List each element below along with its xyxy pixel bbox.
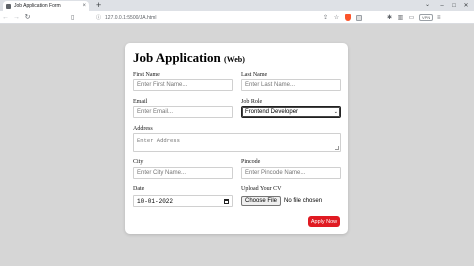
pincode-input[interactable]: Enter Pincode Name...	[241, 167, 341, 179]
title-main: Job Application	[133, 50, 221, 65]
first-name-label: First Name	[133, 72, 160, 78]
resize-handle-icon[interactable]	[335, 146, 339, 150]
choose-file-button[interactable]: Choose File	[241, 196, 282, 206]
sidebar-icon[interactable]: ▥	[395, 12, 406, 23]
last-name-label: Last Name	[241, 72, 268, 78]
city-input[interactable]: Enter City Name...	[133, 167, 233, 179]
address-placeholder: Enter Address	[137, 137, 180, 144]
address-label: Address	[133, 126, 153, 132]
share-icon[interactable]: ⇪	[320, 12, 331, 23]
star-icon[interactable]: ☆	[331, 12, 342, 23]
tab-strip: Job Application Form × + ⌄ – □ ✕	[0, 0, 474, 11]
forward-arrow-icon[interactable]: →	[11, 14, 22, 21]
reload-icon[interactable]: ↻	[22, 13, 33, 21]
chevron-down-icon: ⌄	[333, 109, 338, 115]
date-input[interactable]: 10-01-2022	[133, 195, 233, 207]
job-role-select[interactable]: Frontend Developer ⌄	[241, 106, 341, 118]
minimize-button[interactable]: –	[436, 3, 448, 9]
tab-search-chevron-icon[interactable]: ⌄	[425, 0, 430, 11]
first-name-input[interactable]: Enter First Name...	[133, 79, 233, 91]
city-label: City	[133, 159, 144, 165]
close-window-button[interactable]: ✕	[460, 2, 472, 9]
brave-shield-icon[interactable]	[342, 12, 353, 23]
pincode-label: Pincode	[241, 159, 261, 165]
wallet-icon[interactable]: ▭	[406, 12, 417, 23]
site-info-icon[interactable]: ⓘ	[96, 14, 101, 21]
email-input[interactable]: Enter Email...	[133, 106, 233, 118]
address-textarea[interactable]: Enter Address	[133, 133, 341, 152]
url-text: 127.0.0.1:5500/JA.html	[105, 14, 157, 21]
apply-now-button[interactable]: Apply Now	[308, 216, 340, 227]
date-label: Date	[133, 186, 145, 192]
vpn-button[interactable]: VPN	[419, 14, 434, 21]
back-arrow-icon[interactable]: ←	[0, 14, 11, 21]
brave-rewards-icon[interactable]	[353, 12, 364, 23]
menu-icon[interactable]: ≡	[433, 12, 444, 23]
address-bar[interactable]: ⓘ 127.0.0.1:5500/JA.html	[96, 13, 321, 22]
job-application-form: Job Application (Web) First Name Enter F…	[125, 43, 348, 234]
job-role-value: Frontend Developer	[245, 109, 299, 115]
window-controls: – □ ✕	[436, 0, 472, 11]
bookmark-icon[interactable]: ▯	[71, 14, 74, 21]
cv-label: Upload Your CV	[241, 186, 282, 192]
toolbar-right-icons: ⇪ ☆ ✱ ▥ ▭ VPN ≡	[320, 12, 444, 23]
date-value: 10-01-2022	[137, 197, 174, 205]
title-suffix: (Web)	[224, 55, 245, 64]
page-favicon-icon	[6, 3, 11, 9]
maximize-button[interactable]: □	[448, 3, 460, 9]
last-name-input[interactable]: Enter Last Name...	[241, 79, 341, 91]
new-tab-button[interactable]: +	[96, 0, 101, 11]
file-status: No file chosen	[284, 198, 323, 204]
browser-tab[interactable]: Job Application Form ×	[3, 1, 89, 11]
page-title: Job Application (Web)	[133, 50, 245, 66]
job-role-label: Job Role	[241, 99, 263, 105]
tab-title: Job Application Form	[14, 3, 61, 9]
close-tab-icon[interactable]: ×	[82, 3, 86, 9]
calendar-icon[interactable]	[224, 198, 229, 204]
cv-file-input: Choose File No file chosen	[241, 195, 341, 207]
extensions-icon[interactable]: ✱	[384, 12, 395, 23]
email-label: Email	[133, 99, 148, 105]
